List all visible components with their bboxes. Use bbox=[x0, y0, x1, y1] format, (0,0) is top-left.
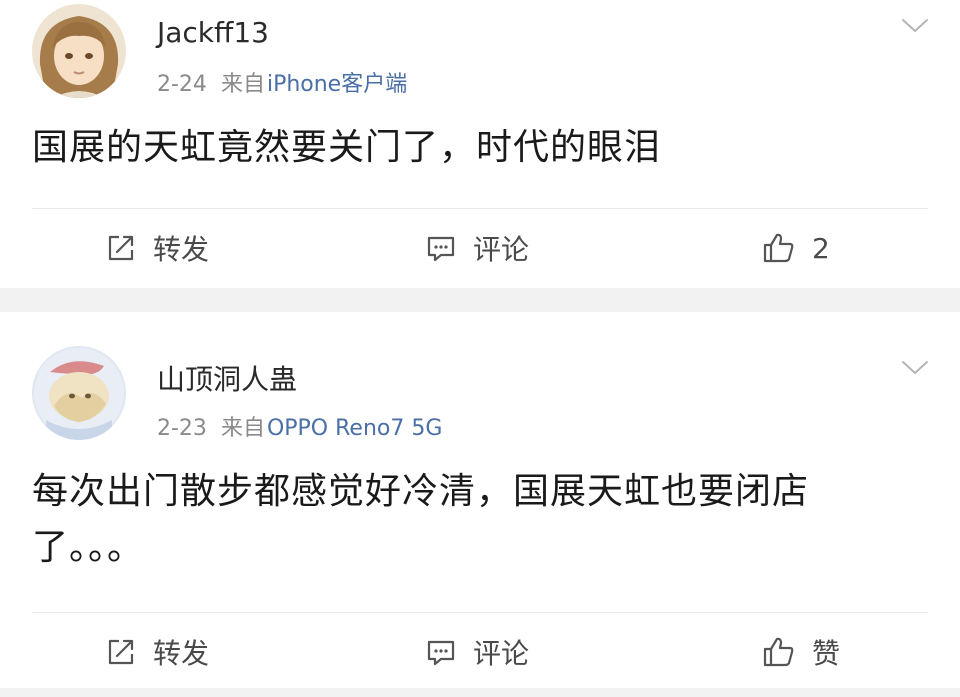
post-action-bar: 转发 评论 2 bbox=[0, 218, 960, 278]
repost-icon bbox=[108, 639, 134, 665]
source-prefix: 来自 bbox=[220, 416, 265, 441]
avatar[interactable] bbox=[32, 346, 126, 440]
repost-label: 转发 bbox=[153, 233, 210, 266]
like-button[interactable]: 2 bbox=[762, 218, 830, 278]
username[interactable]: 山顶洞人蛊 bbox=[157, 358, 297, 398]
post-source-link[interactable]: iPhone客户端 bbox=[267, 72, 407, 97]
post-meta: 2-24 来自iPhone客户端 bbox=[157, 66, 407, 98]
post-date: 2-24 bbox=[157, 72, 207, 97]
comment-button[interactable]: 评论 bbox=[425, 218, 529, 278]
like-count: 2 bbox=[812, 231, 830, 265]
like-icon bbox=[763, 637, 794, 667]
post-meta: 2-23 来自OPPO Reno7 5G bbox=[157, 410, 442, 442]
comment-label: 评论 bbox=[473, 637, 530, 670]
repost-icon bbox=[108, 235, 134, 261]
divider bbox=[32, 208, 928, 209]
feed-post: Jackff13 2-24 来自iPhone客户端 国展的天虹竟然要关门了，时代的… bbox=[0, 0, 960, 288]
chevron-down-icon[interactable] bbox=[900, 358, 930, 378]
repost-label: 转发 bbox=[153, 637, 210, 670]
post-action-bar: 转发 评论 赞 bbox=[0, 622, 960, 682]
comment-label: 评论 bbox=[473, 233, 530, 266]
post-source-link[interactable]: OPPO Reno7 5G bbox=[267, 416, 442, 441]
like-button[interactable]: 赞 bbox=[762, 622, 840, 682]
source-prefix: 来自 bbox=[220, 72, 265, 97]
post-content: 每次出门散步都感觉好冷清，国展天虹也要闭店了。。。 bbox=[32, 471, 810, 568]
post-date: 2-23 bbox=[157, 416, 207, 441]
avatar-image bbox=[32, 346, 126, 440]
post-content: 国展的天虹竟然要关门了，时代的眼泪 bbox=[32, 127, 662, 168]
username[interactable]: Jackff13 bbox=[157, 16, 269, 49]
comment-icon bbox=[427, 640, 455, 666]
like-icon bbox=[763, 233, 794, 263]
chevron-down-icon[interactable] bbox=[900, 16, 930, 36]
comment-button[interactable]: 评论 bbox=[425, 622, 529, 682]
feed-post: 山顶洞人蛊 2-23 来自OPPO Reno7 5G 每次出门散步都感觉好冷清，国… bbox=[0, 312, 960, 688]
avatar-image bbox=[32, 4, 126, 98]
like-label: 赞 bbox=[812, 637, 841, 670]
avatar[interactable] bbox=[32, 4, 126, 98]
divider bbox=[32, 612, 928, 613]
repost-button[interactable]: 转发 bbox=[105, 622, 209, 682]
repost-button[interactable]: 转发 bbox=[105, 218, 209, 278]
comment-icon bbox=[427, 236, 455, 262]
